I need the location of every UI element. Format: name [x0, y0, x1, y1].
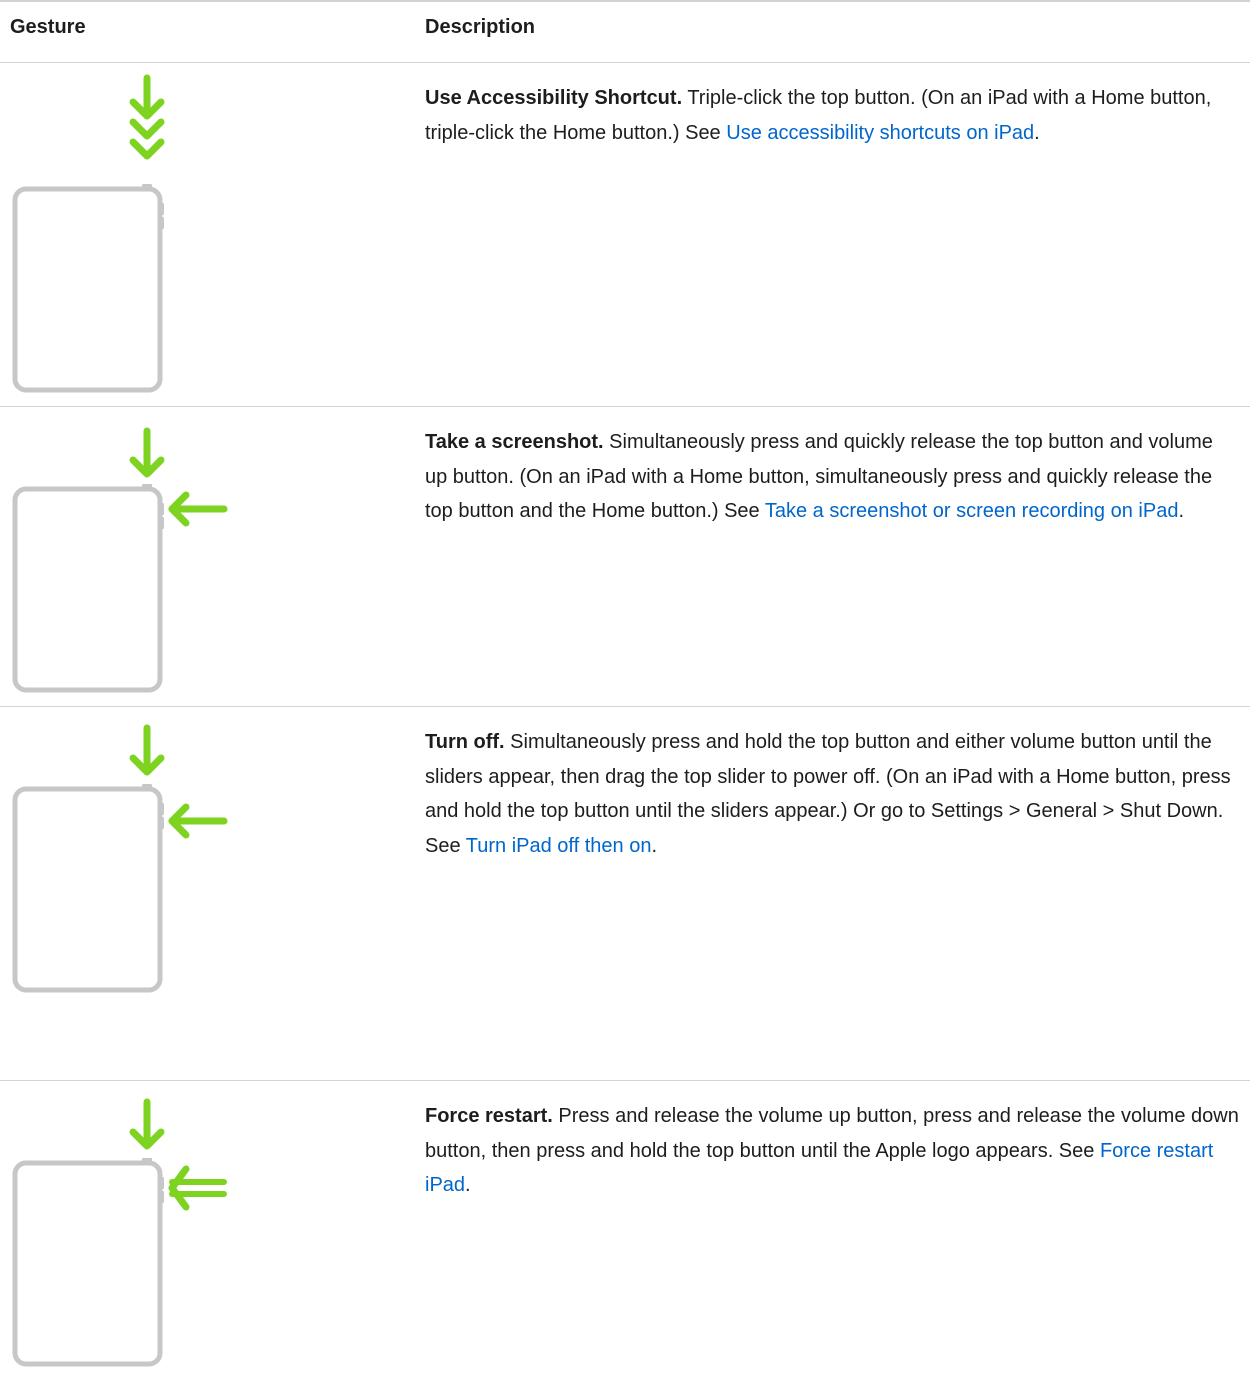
- accessibility-shortcuts-link[interactable]: Use accessibility shortcuts on iPad: [726, 122, 1034, 144]
- turn-off-link[interactable]: Turn iPad off then on: [466, 835, 652, 857]
- table-row: Take a screenshot. Simultaneously press …: [0, 406, 1250, 707]
- row-title: Use Accessibility Shortcut.: [425, 87, 683, 109]
- row-end: .: [1034, 121, 1040, 144]
- gesture-column-header: Gesture: [10, 16, 86, 38]
- row-description: Use Accessibility Shortcut. Triple-click…: [425, 81, 1240, 150]
- row-description: Take a screenshot. Simultaneously press …: [425, 425, 1240, 529]
- top-and-volume-up-arrows-icon: [12, 427, 228, 693]
- row-end: .: [651, 834, 658, 857]
- row-description: Force restart. Press and release the vol…: [425, 1099, 1240, 1203]
- row-title: Turn off.: [425, 731, 505, 753]
- row-title: Take a screenshot.: [425, 431, 604, 453]
- table-header: Gesture Description: [0, 2, 1250, 52]
- row-end: .: [1178, 500, 1185, 522]
- description-column-header: Description: [425, 16, 536, 38]
- screenshot-link[interactable]: Take a screenshot or screen recording on…: [765, 500, 1179, 522]
- table-row: Force restart. Press and release the vol…: [0, 1080, 1250, 1377]
- table-row: Use Accessibility Shortcut. Triple-click…: [0, 62, 1250, 407]
- row-end: .: [465, 1174, 471, 1196]
- row-description: Turn off. Simultaneously press and hold …: [425, 725, 1240, 863]
- top-and-volume-double-arrows-icon: [12, 1098, 227, 1367]
- top-and-volume-arrows-icon: [12, 724, 228, 993]
- table-row: Turn off. Simultaneously press and hold …: [0, 706, 1250, 1081]
- row-title: Force restart.: [425, 1105, 553, 1127]
- triple-down-arrow-top-button-icon: [12, 74, 165, 393]
